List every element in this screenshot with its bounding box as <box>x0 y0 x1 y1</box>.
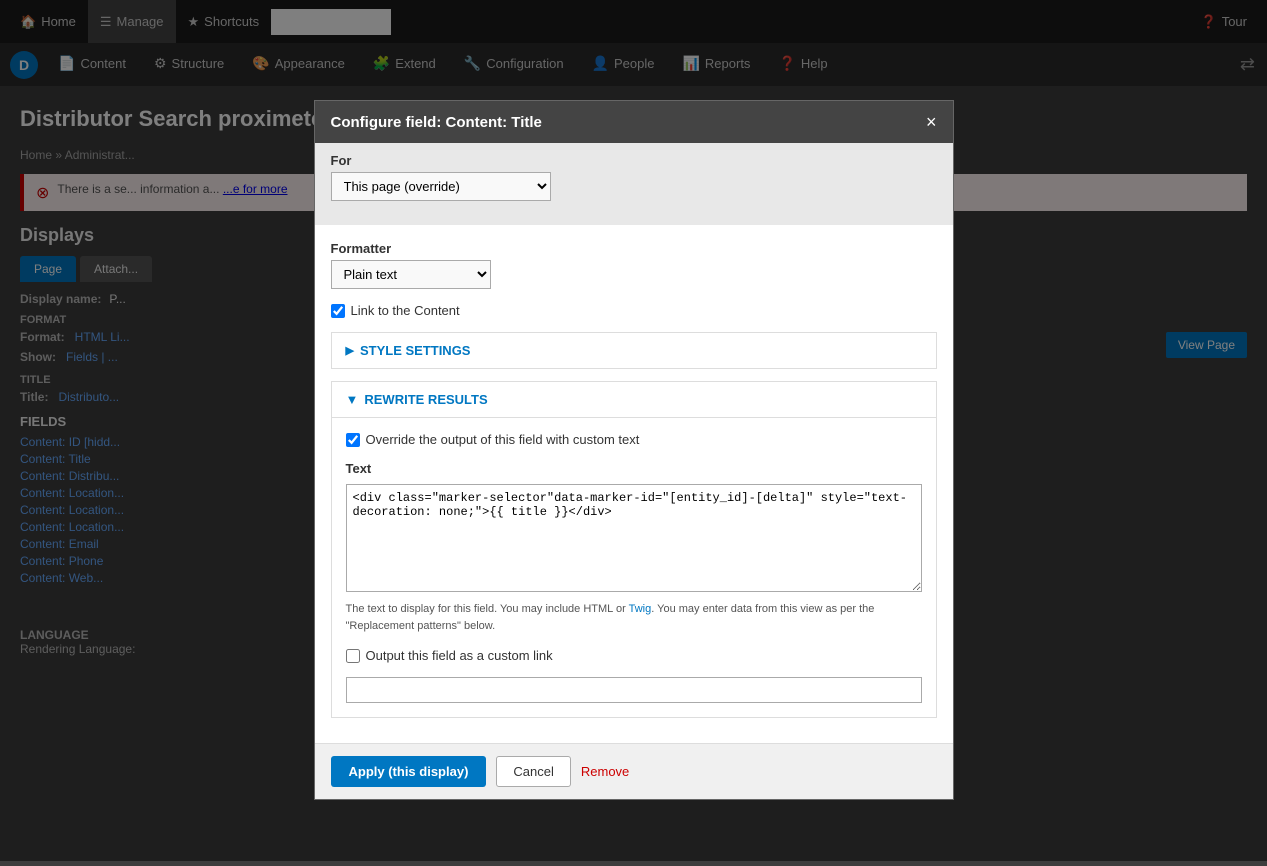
rewrite-results-section: ▼ REWRITE RESULTS Override the output of… <box>331 381 937 718</box>
formatter-label: Formatter <box>331 241 937 256</box>
rewrite-results-toggle[interactable]: ▼ REWRITE RESULTS <box>332 382 936 417</box>
cancel-button[interactable]: Cancel <box>496 756 570 787</box>
modal-body: For This page (override) All displays Fo… <box>315 143 953 743</box>
override-checkbox[interactable] <box>346 433 360 447</box>
formatter-select[interactable]: Plain text Label Raw output <box>331 260 491 289</box>
apply-button[interactable]: Apply (this display) <box>331 756 487 787</box>
modal-close-button[interactable]: × <box>926 113 937 131</box>
text-form-row: Text <div class="marker-selector"data-ma… <box>346 461 922 634</box>
custom-link-input[interactable] <box>346 677 922 703</box>
override-checkbox-row: Override the output of this field with c… <box>346 432 922 447</box>
modal-header: Configure field: Content: Title × <box>315 101 953 143</box>
rewrite-results-arrow: ▼ <box>346 392 359 407</box>
style-settings-label: STYLE SETTINGS <box>360 343 471 358</box>
for-row: For This page (override) All displays <box>315 143 953 225</box>
modal-footer: Apply (this display) Cancel Remove <box>315 743 953 799</box>
formatter-form-row: Formatter Plain text Label Raw output <box>331 241 937 289</box>
modal-overlay: Configure field: Content: Title × For Th… <box>0 0 1267 861</box>
for-label: For <box>331 153 937 168</box>
configure-field-modal: Configure field: Content: Title × For Th… <box>314 100 954 800</box>
style-settings-section: ▶ STYLE SETTINGS <box>331 332 937 369</box>
help-text: The text to display for this field. You … <box>346 601 922 634</box>
text-label: Text <box>346 461 922 476</box>
style-settings-arrow: ▶ <box>346 344 354 357</box>
remove-button[interactable]: Remove <box>581 757 629 786</box>
custom-link-checkbox[interactable] <box>346 649 360 663</box>
override-checkbox-label: Override the output of this field with c… <box>366 432 640 447</box>
twig-link[interactable]: Twig <box>629 603 652 615</box>
text-textarea[interactable]: <div class="marker-selector"data-marker-… <box>346 484 922 592</box>
link-checkbox-label: Link to the Content <box>351 303 460 318</box>
for-form-row: For This page (override) All displays <box>331 153 937 201</box>
link-checkbox-row: Link to the Content <box>331 303 937 318</box>
rewrite-results-label: REWRITE RESULTS <box>364 392 487 407</box>
custom-link-checkbox-row: Output this field as a custom link <box>346 648 922 663</box>
style-settings-toggle[interactable]: ▶ STYLE SETTINGS <box>332 333 936 368</box>
link-checkbox[interactable] <box>331 304 345 318</box>
modal-title: Configure field: Content: Title <box>331 114 542 131</box>
rewrite-results-body: Override the output of this field with c… <box>332 417 936 717</box>
custom-link-checkbox-label: Output this field as a custom link <box>366 648 553 663</box>
for-select[interactable]: This page (override) All displays <box>331 172 551 201</box>
